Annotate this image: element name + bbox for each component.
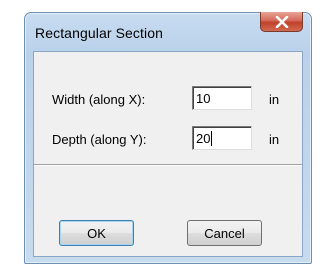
dialog-title: Rectangular Section bbox=[35, 25, 163, 41]
width-unit: in bbox=[269, 92, 280, 107]
depth-input[interactable]: 20 bbox=[192, 126, 252, 150]
ok-button[interactable]: OK bbox=[59, 220, 134, 246]
depth-value: 20 bbox=[196, 131, 211, 146]
depth-label: Depth (along Y): bbox=[52, 132, 147, 147]
width-input[interactable]: 10 bbox=[192, 86, 252, 110]
text-caret bbox=[211, 131, 213, 146]
separator bbox=[34, 164, 302, 166]
dialog-window: Rectangular Section Width (along X): 10 … bbox=[0, 0, 324, 276]
close-icon bbox=[275, 15, 288, 28]
close-button[interactable] bbox=[260, 12, 303, 32]
depth-unit: in bbox=[269, 132, 280, 147]
width-value: 10 bbox=[196, 91, 211, 106]
dialog-content: Width (along X): 10 in Depth (along Y): … bbox=[33, 51, 303, 257]
width-label: Width (along X): bbox=[52, 92, 146, 107]
dialog-frame: Rectangular Section Width (along X): 10 … bbox=[24, 12, 312, 264]
cancel-button[interactable]: Cancel bbox=[187, 220, 262, 246]
